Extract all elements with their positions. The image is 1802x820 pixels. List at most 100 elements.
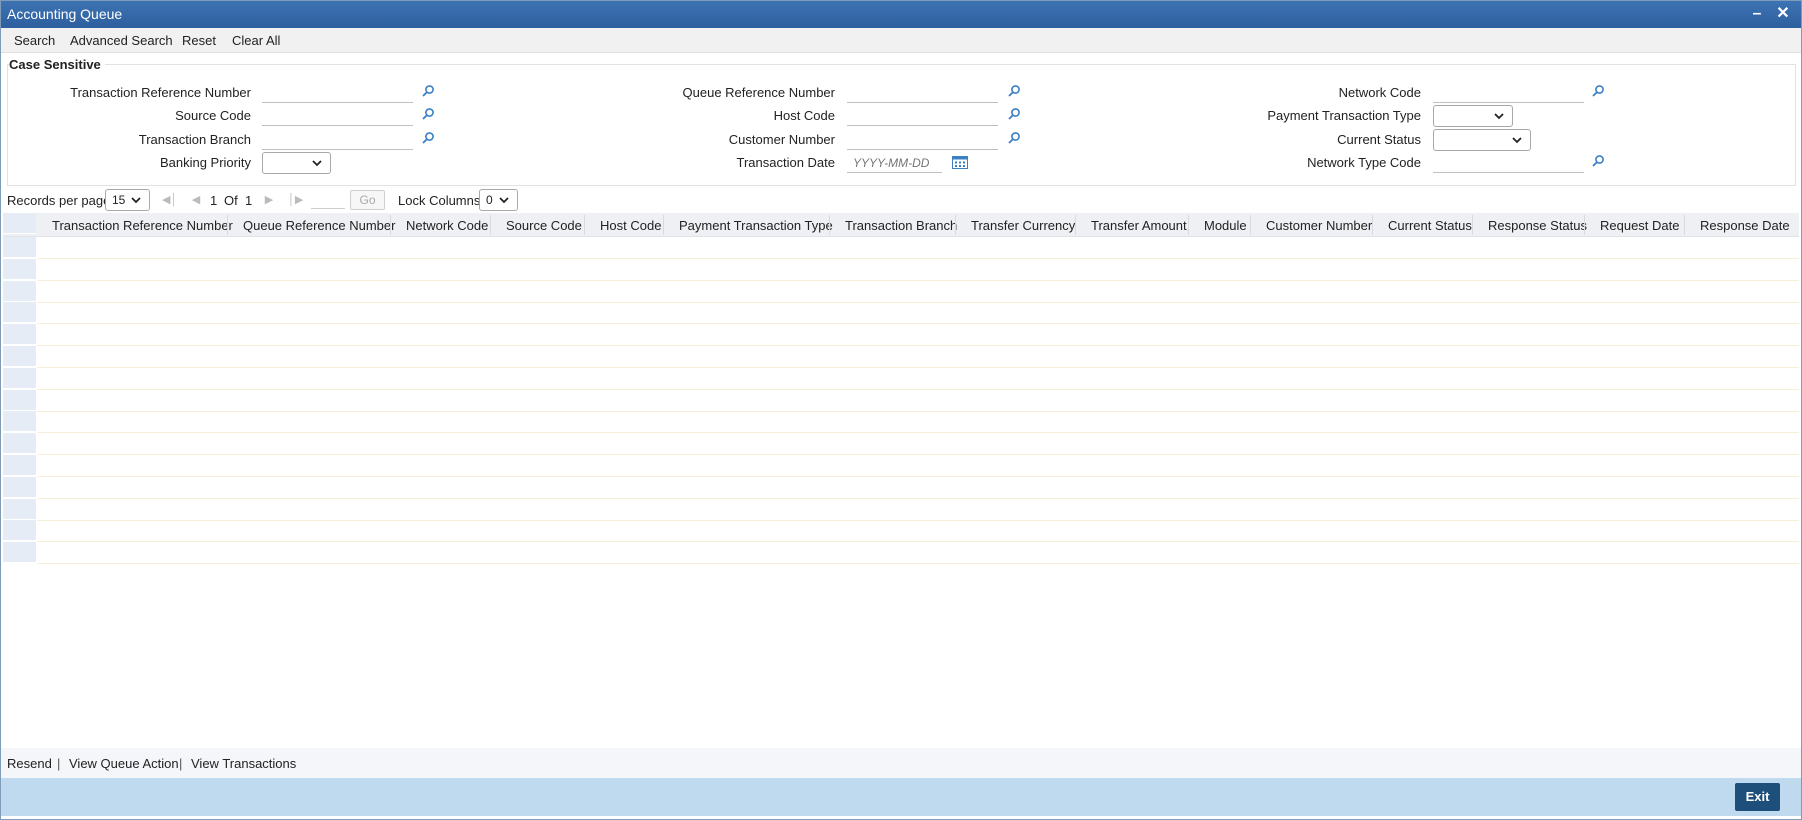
total-pages: 1 bbox=[245, 193, 253, 208]
row-selector[interactable] bbox=[3, 368, 36, 389]
customer-number-lov-icon[interactable] bbox=[1007, 131, 1021, 145]
payment-txn-type-label: Payment Transaction Type bbox=[1267, 108, 1421, 123]
col-header-queue-ref[interactable]: Queue Reference Number bbox=[243, 218, 395, 233]
txn-date-label: Transaction Date bbox=[736, 155, 835, 170]
row-selector[interactable] bbox=[3, 542, 36, 563]
view-queue-action-link[interactable]: View Queue Action bbox=[69, 756, 179, 771]
payment-txn-type-select[interactable] bbox=[1433, 105, 1513, 127]
customer-number-label: Customer Number bbox=[728, 132, 835, 147]
chevron-down-icon bbox=[499, 197, 509, 204]
minimize-icon[interactable]: – bbox=[1747, 4, 1767, 24]
previous-page-icon[interactable]: ◀ bbox=[189, 193, 203, 207]
txn-branch-input[interactable] bbox=[262, 130, 413, 150]
table-row bbox=[37, 541, 1799, 542]
network-code-lov-icon[interactable] bbox=[1591, 84, 1605, 98]
footer-separator: | bbox=[57, 756, 61, 771]
col-header-request-date[interactable]: Request Date bbox=[1600, 218, 1680, 233]
row-selector-column bbox=[3, 213, 36, 563]
current-status-label: Current Status bbox=[1337, 132, 1421, 147]
network-type-code-lov-icon[interactable] bbox=[1591, 154, 1605, 168]
calendar-icon[interactable] bbox=[952, 155, 968, 169]
row-selector[interactable] bbox=[3, 237, 36, 258]
next-page-icon[interactable]: ▶ bbox=[262, 193, 276, 207]
chevron-down-icon bbox=[312, 160, 322, 167]
search-button[interactable]: Search bbox=[14, 33, 55, 48]
row-selector[interactable] bbox=[3, 455, 36, 476]
close-icon[interactable]: ✕ bbox=[1773, 4, 1793, 24]
col-header-txn-ref[interactable]: Transaction Reference Number bbox=[52, 218, 233, 233]
row-selector[interactable] bbox=[3, 259, 36, 280]
row-selector[interactable] bbox=[3, 433, 36, 454]
lock-columns-label: Lock Columns bbox=[398, 193, 481, 208]
network-type-code-input[interactable] bbox=[1433, 153, 1584, 173]
source-code-input[interactable] bbox=[262, 106, 413, 126]
window-title: Accounting Queue bbox=[7, 6, 123, 22]
banking-priority-select[interactable] bbox=[262, 152, 331, 174]
table-row bbox=[37, 367, 1799, 368]
records-per-page-value: 15 bbox=[112, 193, 126, 207]
row-selector[interactable] bbox=[3, 499, 36, 520]
txn-ref-label: Transaction Reference Number bbox=[70, 85, 251, 100]
queue-ref-label: Queue Reference Number bbox=[682, 85, 835, 100]
col-header-response-date[interactable]: Response Date bbox=[1700, 218, 1790, 233]
col-header-txn-branch[interactable]: Transaction Branch bbox=[845, 218, 957, 233]
row-selector[interactable] bbox=[3, 346, 36, 367]
footer-actions: Resend | View Queue Action | View Transa… bbox=[1, 748, 1801, 778]
col-header-host-code[interactable]: Host Code bbox=[600, 218, 661, 233]
queue-ref-input[interactable] bbox=[847, 83, 998, 103]
col-header-payment-txn-type[interactable]: Payment Transaction Type bbox=[679, 218, 833, 233]
goto-page-input[interactable] bbox=[311, 189, 345, 209]
txn-date-input[interactable] bbox=[847, 153, 942, 173]
title-bar: Accounting Queue – ✕ bbox=[1, 1, 1801, 28]
go-button[interactable]: Go bbox=[350, 190, 385, 210]
col-header-transfer-amount[interactable]: Transfer Amount bbox=[1091, 218, 1187, 233]
current-status-select[interactable] bbox=[1433, 129, 1531, 151]
col-header-network-code[interactable]: Network Code bbox=[406, 218, 488, 233]
row-selector[interactable] bbox=[3, 520, 36, 541]
queue-results-grid: Transaction Reference Number Queue Refer… bbox=[3, 213, 1799, 564]
banking-priority-label: Banking Priority bbox=[159, 155, 251, 170]
host-code-lov-icon[interactable] bbox=[1007, 107, 1021, 121]
table-row bbox=[37, 258, 1799, 259]
customer-number-input[interactable] bbox=[847, 130, 998, 150]
queue-ref-lov-icon[interactable] bbox=[1007, 84, 1021, 98]
txn-branch-lov-icon[interactable] bbox=[421, 131, 435, 145]
col-header-current-status[interactable]: Current Status bbox=[1388, 218, 1472, 233]
row-selector[interactable] bbox=[3, 411, 36, 432]
source-code-label: Source Code bbox=[175, 108, 251, 123]
last-page-icon[interactable]: │▶ bbox=[288, 193, 303, 207]
row-selector[interactable] bbox=[3, 390, 36, 411]
row-selector[interactable] bbox=[3, 302, 36, 323]
source-code-lov-icon[interactable] bbox=[421, 107, 435, 121]
row-selector[interactable] bbox=[3, 324, 36, 345]
network-code-label: Network Code bbox=[1338, 85, 1421, 100]
col-header-source-code[interactable]: Source Code bbox=[506, 218, 582, 233]
lock-columns-value: 0 bbox=[486, 193, 493, 207]
first-page-icon[interactable]: ◀│ bbox=[162, 193, 177, 207]
table-row bbox=[37, 498, 1799, 499]
records-per-page-label: Records per page bbox=[7, 193, 111, 208]
col-header-module[interactable]: Module bbox=[1204, 218, 1247, 233]
row-selector[interactable] bbox=[3, 477, 36, 498]
exit-button[interactable]: Exit bbox=[1735, 783, 1780, 811]
txn-ref-lov-icon[interactable] bbox=[421, 84, 435, 98]
col-header-transfer-currency[interactable]: Transfer Currency bbox=[971, 218, 1075, 233]
lock-columns-select[interactable]: 0 bbox=[479, 189, 518, 211]
table-row bbox=[37, 411, 1799, 412]
table-row bbox=[37, 454, 1799, 455]
reset-button[interactable]: Reset bbox=[182, 33, 216, 48]
row-selector[interactable] bbox=[3, 281, 36, 302]
col-header-response-status[interactable]: Response Status bbox=[1488, 218, 1587, 233]
col-header-customer-number[interactable]: Customer Number bbox=[1266, 218, 1372, 233]
chevron-down-icon bbox=[1494, 113, 1504, 120]
of-label: Of bbox=[224, 193, 238, 208]
clear-all-button[interactable]: Clear All bbox=[232, 33, 280, 48]
records-per-page-select[interactable]: 15 bbox=[105, 189, 150, 211]
chevron-down-icon bbox=[131, 197, 141, 204]
network-code-input[interactable] bbox=[1433, 83, 1584, 103]
resend-link[interactable]: Resend bbox=[7, 756, 52, 771]
txn-ref-input[interactable] bbox=[262, 83, 413, 103]
advanced-search-button[interactable]: Advanced Search bbox=[70, 33, 173, 48]
host-code-input[interactable] bbox=[847, 106, 998, 126]
view-transactions-link[interactable]: View Transactions bbox=[191, 756, 296, 771]
